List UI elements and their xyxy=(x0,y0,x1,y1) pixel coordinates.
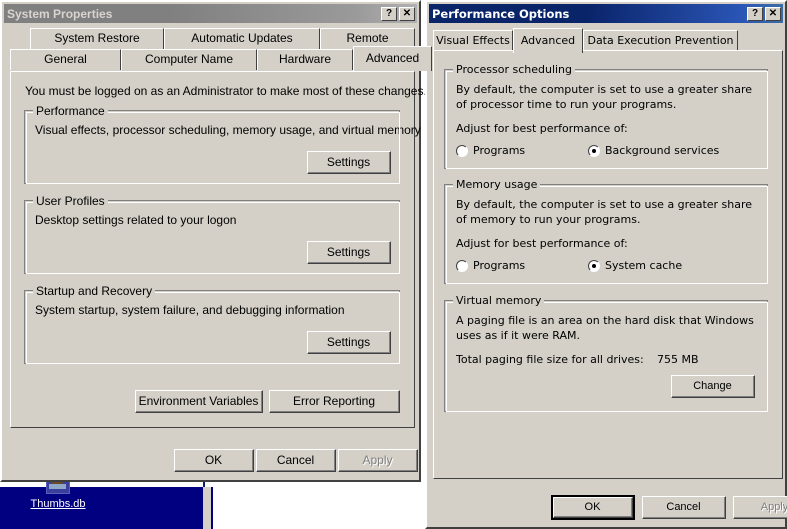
radio-indicator-selected xyxy=(588,259,600,272)
radio-processor-background-services[interactable]: Background services xyxy=(588,144,719,157)
close-icon[interactable]: ✕ xyxy=(765,6,781,21)
startup-recovery-group-title: Startup and Recovery xyxy=(33,284,156,298)
radio-label: System cache xyxy=(605,259,683,272)
system-properties-title: System Properties xyxy=(7,6,113,21)
memory-usage-group: Memory usage By default, the computer is… xyxy=(444,178,768,284)
memory-usage-title: Memory usage xyxy=(453,178,541,191)
admin-notice: You must be logged on as an Administrato… xyxy=(25,84,427,98)
total-paging-file-value: 755 MB xyxy=(657,353,699,366)
performance-group: Performance Visual effects, processor sc… xyxy=(24,104,421,184)
tab-automatic-updates[interactable]: Automatic Updates xyxy=(164,28,320,49)
performance-options-tabstrip[interactable]: Visual Effects Advanced Data Execution P… xyxy=(433,28,783,53)
error-reporting-button[interactable]: Error Reporting xyxy=(269,390,400,413)
memory-usage-description: By default, the computer is set to use a… xyxy=(456,198,753,226)
user-profiles-settings-button[interactable]: Settings xyxy=(307,241,391,264)
perfopts-cancel-button[interactable]: Cancel xyxy=(642,496,726,519)
desktop-icon-label: Thumbs.db xyxy=(29,498,87,511)
total-paging-file-label: Total paging file size for all drives: xyxy=(456,353,644,366)
processor-scheduling-prompt: Adjust for best performance of: xyxy=(456,122,628,135)
change-virtual-memory-button[interactable]: Change xyxy=(671,375,755,398)
radio-label: Background services xyxy=(605,144,720,157)
virtual-memory-title: Virtual memory xyxy=(453,294,545,307)
processor-scheduling-group: Processor scheduling By default, the com… xyxy=(444,63,768,169)
virtual-memory-description: A paging file is an area on the hard dis… xyxy=(456,314,754,342)
help-button[interactable]: ? xyxy=(381,6,397,21)
startup-recovery-settings-button[interactable]: Settings xyxy=(307,331,391,354)
performance-group-title: Performance xyxy=(33,104,108,118)
tab-general[interactable]: General xyxy=(10,49,121,70)
background-window-edge xyxy=(211,487,213,529)
user-profiles-group: User Profiles Desktop settings related t… xyxy=(24,194,400,274)
tab-hardware[interactable]: Hardware xyxy=(257,49,353,70)
system-properties-window[interactable]: System Properties ? ✕ System Restore Aut… xyxy=(0,0,432,482)
system-properties-tabstrip[interactable]: System Restore Automatic Updates Remote … xyxy=(10,28,432,73)
user-profiles-description: Desktop settings related to your logon xyxy=(35,213,237,227)
tab-advanced[interactable]: Advanced xyxy=(513,28,583,53)
processor-scheduling-title: Processor scheduling xyxy=(453,63,576,76)
perfopts-ok-button[interactable]: OK xyxy=(551,495,635,520)
performance-settings-button[interactable]: Settings xyxy=(307,151,391,174)
performance-options-tabpage: Processor scheduling By default, the com… xyxy=(433,50,783,479)
tab-computer-name[interactable]: Computer Name xyxy=(121,49,257,70)
performance-options-title: Performance Options xyxy=(432,6,570,21)
radio-indicator xyxy=(456,144,468,157)
performance-description: Visual effects, processor scheduling, me… xyxy=(35,123,421,137)
startup-recovery-group: Startup and Recovery System startup, sys… xyxy=(24,284,400,364)
environment-variables-button[interactable]: Environment Variables xyxy=(135,390,263,413)
sysprops-cancel-button[interactable]: Cancel xyxy=(256,449,336,472)
background-window-frame-left xyxy=(203,487,211,529)
radio-indicator-selected xyxy=(588,144,600,157)
user-profiles-group-title: User Profiles xyxy=(33,194,108,208)
processor-scheduling-description: By default, the computer is set to use a… xyxy=(456,83,753,111)
close-icon[interactable]: ✕ xyxy=(399,6,415,21)
sysprops-apply-button: Apply xyxy=(338,449,418,472)
startup-recovery-description: System startup, system failure, and debu… xyxy=(35,303,345,317)
virtual-memory-group: Virtual memory A paging file is an area … xyxy=(444,294,768,412)
system-properties-tabpage: You must be logged on as an Administrato… xyxy=(10,71,427,428)
tab-visual-effects[interactable]: Visual Effects xyxy=(433,30,513,51)
radio-label: Programs xyxy=(473,144,526,157)
help-button[interactable]: ? xyxy=(747,6,763,21)
performance-options-titlebar[interactable]: Performance Options ? ✕ xyxy=(429,4,783,23)
radio-indicator xyxy=(456,259,468,272)
performance-options-window[interactable]: Performance Options ? ✕ Visual Effects A… xyxy=(425,0,787,529)
sysprops-ok-button[interactable]: OK xyxy=(174,449,254,472)
radio-memory-system-cache[interactable]: System cache xyxy=(588,259,682,272)
system-properties-titlebar[interactable]: System Properties ? ✕ xyxy=(4,4,417,23)
radio-memory-programs[interactable]: Programs xyxy=(456,259,525,272)
radio-processor-programs[interactable]: Programs xyxy=(456,144,525,157)
perfopts-apply-button: Apply xyxy=(733,496,787,519)
tab-data-execution-prevention[interactable]: Data Execution Prevention xyxy=(583,30,738,51)
tab-advanced[interactable]: Advanced xyxy=(353,46,432,71)
tab-system-restore[interactable]: System Restore xyxy=(30,28,164,49)
radio-label: Programs xyxy=(473,259,526,272)
memory-usage-prompt: Adjust for best performance of: xyxy=(456,237,628,250)
